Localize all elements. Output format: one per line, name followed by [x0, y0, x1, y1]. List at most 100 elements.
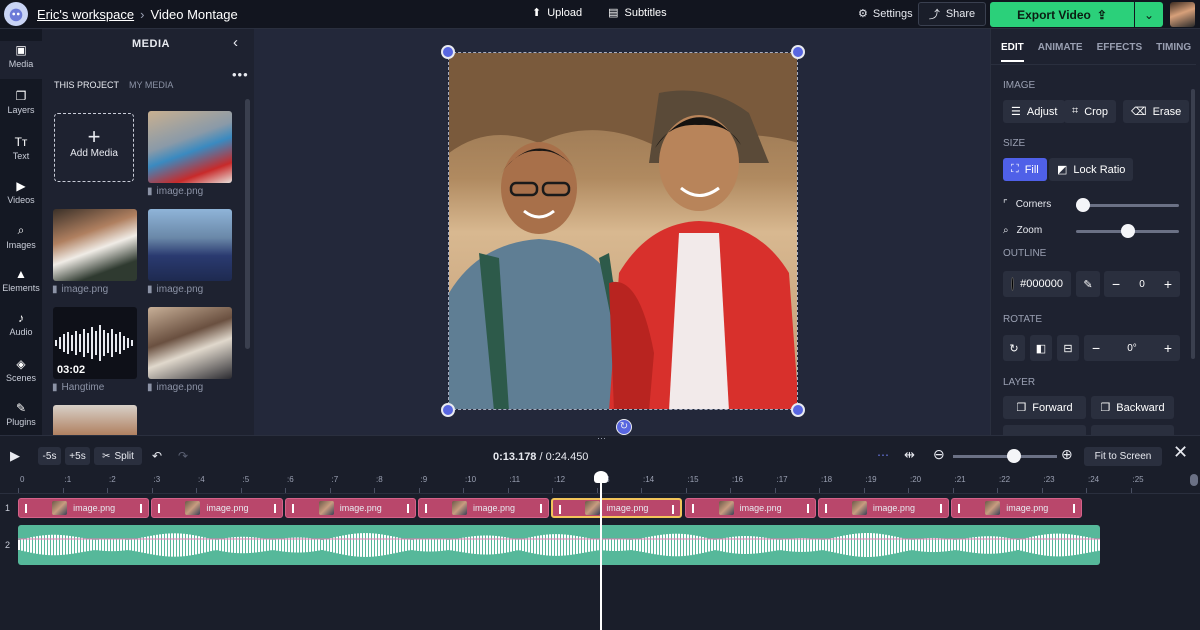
adjust-button[interactable]: ☰ Adjust	[1003, 100, 1066, 123]
forward-button[interactable]: ❐ Forward	[1003, 396, 1086, 419]
back-5s-button[interactable]: -5s	[38, 447, 61, 465]
tab-this-project[interactable]: THIS PROJECT	[54, 80, 119, 90]
avatar[interactable]	[1170, 2, 1195, 27]
media-thumbnail[interactable]	[148, 209, 232, 281]
clip-trim-handle[interactable]	[824, 504, 827, 513]
upload-button[interactable]: ⬆ Upload	[532, 6, 582, 20]
media-thumbnail[interactable]	[53, 209, 137, 281]
sidebar-item-scenes[interactable]: ◈ Scenes	[0, 357, 42, 383]
clip-trim-handle[interactable]	[1073, 504, 1076, 513]
outline-color-picker[interactable]: #000000	[1003, 271, 1071, 297]
tab-edit[interactable]: EDIT	[1001, 42, 1024, 62]
clip-trim-handle[interactable]	[140, 504, 143, 513]
clip-trim-handle[interactable]	[25, 504, 27, 513]
zoom-slider-knob[interactable]	[1120, 224, 1135, 238]
rotate-button[interactable]: ↻	[1003, 335, 1025, 361]
clip-trim-handle[interactable]	[424, 504, 427, 513]
drag-handle-icon[interactable]: ⋯	[597, 433, 606, 444]
timeline-clip[interactable]: image.png	[284, 498, 416, 518]
timeline-clip[interactable]: image.png	[684, 498, 816, 518]
play-icon[interactable]: ▶	[10, 448, 20, 464]
export-video-button[interactable]: Export Video ⇪	[990, 2, 1134, 27]
resize-handle-top-left[interactable]	[441, 45, 455, 59]
plus-icon[interactable]: +	[1164, 276, 1172, 292]
front-button-partial[interactable]	[1003, 425, 1086, 435]
clip-trim-handle[interactable]	[806, 504, 809, 513]
split-button[interactable]: ✂ Split	[94, 447, 142, 465]
corners-slider-track[interactable]	[1076, 204, 1179, 207]
settings-button[interactable]: ⚙ Settings	[858, 7, 913, 21]
clip-trim-handle[interactable]	[559, 505, 562, 514]
tab-my-media[interactable]: MY MEDIA	[129, 80, 173, 90]
fit-to-screen-button[interactable]: Fit to Screen	[1084, 447, 1162, 466]
tab-effects[interactable]: EFFECTS	[1097, 42, 1143, 62]
clip-trim-handle[interactable]	[958, 504, 961, 513]
sidebar-item-elements[interactable]: ▲ Elements	[0, 267, 42, 293]
clip-trim-handle[interactable]	[158, 504, 161, 513]
zoom-out-icon[interactable]: ⊖	[933, 446, 945, 463]
resize-handle-bottom-right[interactable]	[791, 403, 805, 417]
corners-slider-knob[interactable]	[1076, 198, 1090, 212]
minus-icon[interactable]: −	[1112, 276, 1120, 292]
export-options-button[interactable]: ⌄	[1135, 2, 1163, 27]
resize-handle-top-right[interactable]	[791, 45, 805, 59]
tab-animate[interactable]: ANIMATE	[1038, 42, 1083, 62]
playhead[interactable]	[600, 474, 602, 630]
audio-thumbnail[interactable]: 03:02	[53, 307, 137, 379]
rotate-handle-icon[interactable]: ↻	[616, 419, 632, 435]
timeline-clip[interactable]: image.png	[417, 498, 550, 518]
back-button-partial[interactable]	[1091, 425, 1174, 435]
sidebar-item-audio[interactable]: ♪ Audio	[0, 311, 42, 337]
sidebar-item-images[interactable]: ⌕ Images	[0, 223, 42, 250]
rotate-stepper[interactable]: − 0° +	[1084, 335, 1180, 361]
resize-handle-bottom-left[interactable]	[441, 403, 455, 417]
timeline-clip[interactable]: image.png	[18, 498, 150, 518]
workspace-link[interactable]: Eric's workspace	[37, 7, 134, 22]
eyedropper-button[interactable]: ✎	[1076, 271, 1100, 297]
flip-vertical-button[interactable]: ⊟	[1057, 335, 1079, 361]
sidebar-item-videos[interactable]: ▶ Videos	[0, 179, 42, 205]
tab-timing[interactable]: TIMING	[1156, 42, 1191, 62]
minus-icon[interactable]: −	[1092, 340, 1100, 356]
fill-button[interactable]: ⛶ Fill	[1003, 158, 1047, 181]
subtitles-button[interactable]: ▤ Subtitles	[608, 6, 667, 20]
timeline-clip[interactable]: image.png	[951, 498, 1083, 518]
clip-trim-handle[interactable]	[273, 504, 276, 513]
media-scrollbar[interactable]	[245, 99, 250, 349]
media-thumbnail[interactable]	[148, 111, 232, 183]
clip-trim-handle[interactable]	[691, 504, 694, 513]
selected-image[interactable]	[448, 52, 798, 410]
edit-panel-scrollbar[interactable]	[1191, 89, 1195, 359]
clip-trim-handle[interactable]	[406, 504, 409, 513]
app-logo-icon[interactable]	[4, 2, 28, 26]
redo-icon[interactable]: ↷	[178, 449, 188, 463]
crop-button[interactable]: ⌗ Crop	[1064, 100, 1117, 123]
undo-icon[interactable]: ↶	[152, 449, 162, 463]
clip-trim-handle[interactable]	[672, 505, 675, 514]
audio-clip[interactable]	[18, 525, 1100, 565]
clip-trim-handle[interactable]	[291, 504, 294, 513]
sidebar-item-layers[interactable]: ❐ Layers	[0, 89, 42, 115]
timeline-scrollbar[interactable]	[1190, 474, 1198, 486]
canvas-stage[interactable]: ↻	[254, 29, 990, 435]
timeline-clip[interactable]: image.png	[817, 498, 950, 518]
erase-button[interactable]: ⌫ Erase	[1123, 100, 1190, 123]
snap-icon[interactable]: ⋯	[877, 448, 889, 462]
share-button[interactable]: ⤴ Share	[918, 2, 986, 26]
flip-horizontal-button[interactable]: ◧	[1030, 335, 1052, 361]
forward-5s-button[interactable]: +5s	[65, 447, 90, 465]
project-title[interactable]: Video Montage	[150, 7, 237, 22]
backward-button[interactable]: ❐ Backward	[1091, 396, 1174, 419]
split-view-icon[interactable]: ⇹	[904, 447, 915, 463]
timeline-clip[interactable]: image.png	[551, 498, 683, 518]
timeline-zoom-knob[interactable]	[1007, 449, 1021, 463]
plus-icon[interactable]: +	[1164, 340, 1172, 356]
sidebar-item-text[interactable]: Tт Text	[0, 135, 42, 161]
clip-trim-handle[interactable]	[540, 504, 543, 513]
playhead-handle[interactable]	[594, 471, 608, 483]
timeline-clip[interactable]: image.png	[151, 498, 283, 518]
media-thumbnail[interactable]	[148, 307, 232, 379]
sidebar-item-media[interactable]: ▣ Media	[0, 41, 42, 79]
close-icon[interactable]: ✕	[1173, 442, 1188, 463]
chevron-left-icon[interactable]: ‹	[233, 34, 238, 51]
